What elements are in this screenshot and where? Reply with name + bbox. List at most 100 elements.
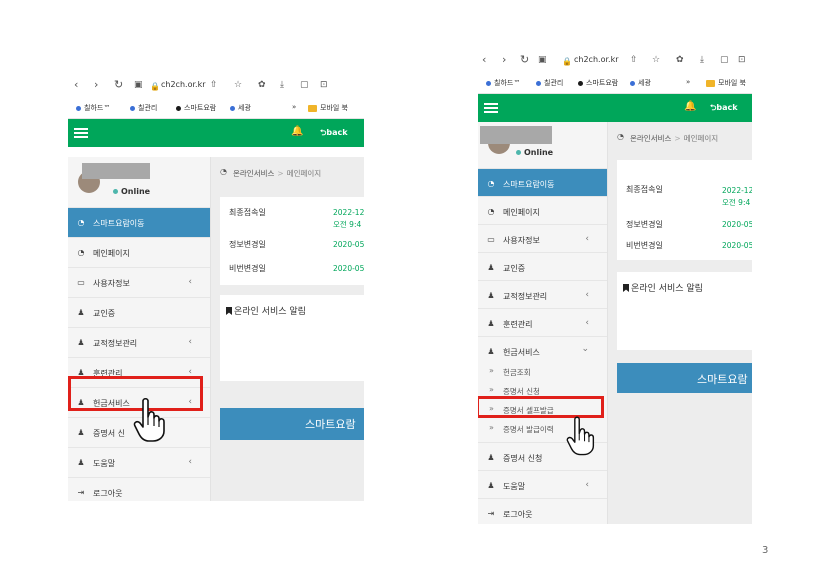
bookmark-item[interactable]: 스마트요람 bbox=[578, 78, 618, 88]
sidebar-item-id-card[interactable]: ♟ 교인증 bbox=[68, 297, 210, 327]
sidebar-item-user-info[interactable]: ▭ 사용자정보 ‹ bbox=[478, 224, 607, 252]
share-icon[interactable]: ⇧ bbox=[210, 79, 218, 91]
favorite-icon[interactable]: ☆ bbox=[234, 79, 242, 91]
bell-icon[interactable]: 🔔 bbox=[291, 126, 303, 137]
chevron-left-icon: ‹ bbox=[585, 290, 589, 300]
user-icon: ♟ bbox=[77, 338, 85, 347]
last-login-time: 오전 9:4 bbox=[722, 198, 751, 207]
sidebar-item-main-page[interactable]: ◔ 메인페이지 bbox=[68, 237, 210, 267]
pw-change-label: 비번변경일 bbox=[229, 264, 266, 273]
right-screenshot: ‹ › ↻ ▣ 🔒 ch2ch.or.kr ⇧ ☆ ✿ ⤓ ▢ ⊡ 칠하드™ 칠… bbox=[478, 50, 752, 524]
bookmark-folder[interactable]: 모바일 북 bbox=[706, 78, 746, 88]
bookmarks-more[interactable]: » bbox=[292, 103, 296, 111]
sidebar-item-church-info[interactable]: ♟ 교적정보관리 ‹ bbox=[68, 327, 210, 357]
bookmark-item[interactable]: 칠관리 bbox=[536, 78, 563, 88]
bookmark-folder[interactable]: 모바일 북 bbox=[308, 103, 348, 113]
user-icon: ♟ bbox=[487, 481, 495, 490]
extension-icon[interactable]: ✿ bbox=[676, 54, 684, 66]
bookmark-item[interactable]: 칠하드™ bbox=[486, 78, 520, 88]
forward-arrow-icon[interactable]: › bbox=[94, 79, 98, 91]
bookmark-dot-icon bbox=[630, 80, 635, 86]
address-bar[interactable]: ch2ch.or.kr bbox=[161, 80, 205, 89]
sidebar-item-smart-move[interactable]: ◔ 스마트요람이동 bbox=[478, 168, 607, 196]
notice-title: 온라인 서비스 알림 bbox=[623, 281, 703, 294]
lock-icon: 🔒 bbox=[562, 57, 572, 66]
hamburger-menu-icon[interactable] bbox=[74, 128, 88, 138]
folder-icon bbox=[706, 79, 715, 87]
sidebar-item-smart-move[interactable]: ◔ 스마트요람이동 bbox=[68, 207, 210, 237]
sidebar-item-help[interactable]: ♟ 도움말 ‹ bbox=[478, 470, 607, 498]
sidebar-item-cash-service[interactable]: ♟ 헌금서비스 ⌄ bbox=[478, 336, 607, 362]
screenshot-icon[interactable]: ⊡ bbox=[320, 79, 328, 91]
sidebar-item-user-info[interactable]: ▭ 사용자정보 ‹ bbox=[68, 267, 210, 297]
reader-icon[interactable]: ▣ bbox=[538, 54, 547, 66]
breadcrumb-root[interactable]: 온라인서비스 bbox=[630, 134, 671, 143]
reader-icon[interactable]: ▣ bbox=[134, 79, 143, 91]
forward-arrow-icon[interactable]: › bbox=[502, 54, 506, 66]
info-change-value: 2020-05 bbox=[722, 220, 752, 229]
browser-toolbar: ‹ › ↻ ▣ 🔒 ch2ch.or.kr ⇧ ☆ ✿ ⤓ ▢ ⊡ bbox=[478, 50, 752, 72]
sidebar-item-training[interactable]: ♟ 훈련관리 ‹ bbox=[478, 308, 607, 336]
share-icon[interactable]: ⇧ bbox=[630, 54, 638, 66]
back-button[interactable]: ⮌back bbox=[320, 127, 348, 141]
bookmark-item[interactable]: 스마트요람 bbox=[176, 103, 216, 113]
bookmark-item[interactable]: 세광 bbox=[630, 78, 651, 88]
online-status: Online bbox=[516, 148, 553, 157]
breadcrumb-separator: > bbox=[277, 169, 284, 178]
bookmark-item[interactable]: 세광 bbox=[230, 103, 251, 113]
sidebar-item-church-info[interactable]: ♟ 교적정보관리 ‹ bbox=[478, 280, 607, 308]
back-arrow-icon[interactable]: ‹ bbox=[482, 54, 486, 66]
folder-icon bbox=[308, 104, 317, 112]
bookmark-item[interactable]: 칠하드™ bbox=[76, 103, 110, 113]
online-status: Online bbox=[113, 187, 150, 196]
user-icon: ♟ bbox=[487, 347, 495, 356]
laptop-icon: ▭ bbox=[77, 278, 85, 287]
info-change-value: 2020-05 bbox=[333, 240, 364, 249]
screenshot-icon[interactable]: ⊡ bbox=[738, 54, 746, 66]
chevron-left-icon: ‹ bbox=[188, 277, 192, 287]
submenu-item-cash-inquiry[interactable]: » 헌금조회 bbox=[478, 362, 607, 381]
login-info-card: 최종접속일 2022-12 오전 9:4 정보변경일 2020-05 비번변경일… bbox=[220, 197, 364, 285]
bookmark-dot-icon bbox=[176, 105, 181, 111]
sidebar-icon[interactable]: ▢ bbox=[300, 79, 309, 91]
user-panel: Online bbox=[68, 157, 210, 207]
last-login-label: 최종접속일 bbox=[626, 185, 663, 194]
sidebar-item-logout[interactable]: ⇥ 로그아웃 bbox=[478, 498, 607, 524]
sidebar-item-help[interactable]: ♟ 도움말 ‹ bbox=[68, 447, 210, 477]
hamburger-menu-icon[interactable] bbox=[484, 103, 498, 113]
info-change-label: 정보변경일 bbox=[229, 240, 266, 249]
address-bar[interactable]: ch2ch.or.kr bbox=[574, 55, 618, 64]
favorite-icon[interactable]: ☆ bbox=[652, 54, 660, 66]
download-icon[interactable]: ⤓ bbox=[700, 54, 704, 66]
bookmark-item[interactable]: 칠관리 bbox=[130, 103, 157, 113]
page-number: 3 bbox=[762, 545, 769, 556]
back-button[interactable]: ⮌back bbox=[710, 102, 738, 116]
last-login-date: 2022-12 bbox=[722, 186, 752, 195]
logout-icon: ⇥ bbox=[487, 509, 495, 518]
back-arrow-icon[interactable]: ‹ bbox=[74, 79, 78, 91]
sidebar-icon[interactable]: ▢ bbox=[720, 54, 729, 66]
lock-icon: 🔒 bbox=[150, 82, 160, 91]
sidebar-item-main-page[interactable]: ◔ 메인페이지 bbox=[478, 196, 607, 224]
user-name-redacted bbox=[82, 163, 150, 179]
notice-title: 온라인 서비스 알림 bbox=[226, 304, 306, 317]
extension-icon[interactable]: ✿ bbox=[258, 79, 266, 91]
reload-icon[interactable]: ↻ bbox=[520, 54, 529, 66]
download-icon[interactable]: ⤓ bbox=[280, 79, 284, 91]
sidebar-item-id-card[interactable]: ♟ 교인증 bbox=[478, 252, 607, 280]
breadcrumb-root[interactable]: 온라인서비스 bbox=[233, 169, 274, 178]
bell-icon[interactable]: 🔔 bbox=[684, 101, 696, 112]
bookmark-dot-icon bbox=[578, 80, 583, 86]
user-icon: ♟ bbox=[487, 263, 495, 272]
bookmarks-bar: 칠하드™ 칠관리 스마트요람 세광 » 모바일 북 bbox=[68, 97, 364, 119]
bookmarks-bar: 칠하드™ 칠관리 스마트요람 세광 » 모바일 북 bbox=[478, 72, 752, 94]
reload-icon[interactable]: ↻ bbox=[114, 79, 123, 91]
bookmarks-more[interactable]: » bbox=[686, 78, 690, 86]
double-chevron-icon: » bbox=[489, 366, 494, 375]
smart-move-button[interactable]: 스마트요람 bbox=[617, 363, 752, 393]
app-header: 🔔 ⮌back bbox=[478, 94, 752, 122]
pointing-hand-icon bbox=[133, 397, 165, 442]
smart-move-button[interactable]: 스마트요람 bbox=[220, 408, 364, 440]
sidebar-item-logout[interactable]: ⇥ 로그아웃 bbox=[68, 477, 210, 501]
chevron-left-icon: ‹ bbox=[585, 480, 589, 490]
